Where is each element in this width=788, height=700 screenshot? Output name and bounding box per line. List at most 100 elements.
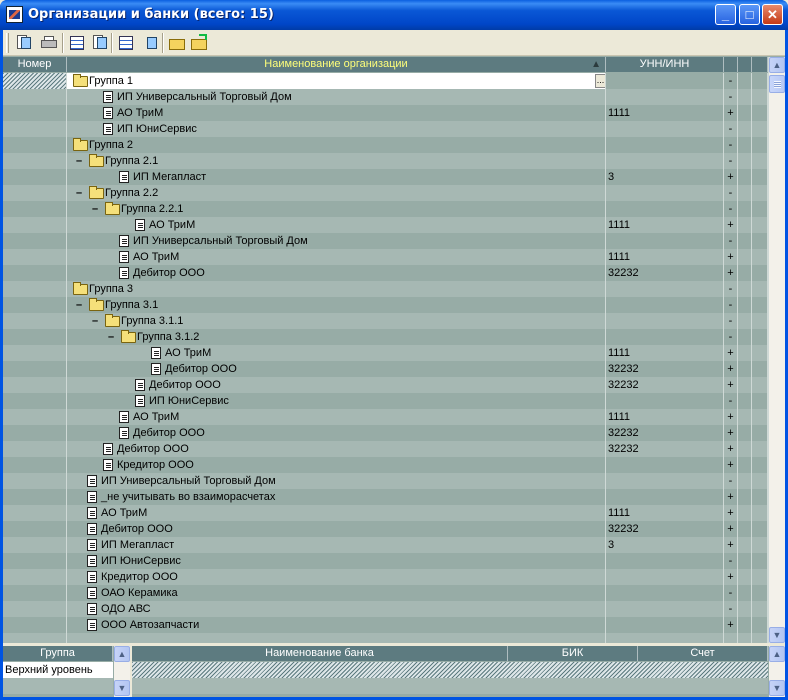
- cell-extra-2[interactable]: [752, 217, 768, 233]
- cell-number[interactable]: [3, 521, 67, 537]
- table-row[interactable]: Дебитор ООО 32232 +: [3, 521, 768, 537]
- scroll-thumb[interactable]: [769, 75, 785, 93]
- cell-flag[interactable]: -: [724, 585, 738, 601]
- cell-unn[interactable]: [606, 569, 724, 585]
- scroll-up-icon[interactable]: ▲: [769, 57, 785, 73]
- banks-scrollbar[interactable]: ▲ ▼: [769, 646, 785, 697]
- cell-extra-2[interactable]: [752, 73, 768, 89]
- cell-extra-1[interactable]: [738, 185, 752, 201]
- groups-panel[interactable]: Группа Верхний уровень ▲ ▼: [3, 646, 130, 697]
- cell-flag[interactable]: -: [724, 297, 738, 313]
- cell-extra-1[interactable]: [738, 73, 752, 89]
- table-row[interactable]: ОДО АВС -: [3, 601, 768, 617]
- folder-up-icon[interactable]: [189, 33, 209, 53]
- cell-extra-1[interactable]: [738, 217, 752, 233]
- cell-number[interactable]: [3, 393, 67, 409]
- cell-flag[interactable]: -: [724, 137, 738, 153]
- cell-extra-1[interactable]: [738, 89, 752, 105]
- column-header-unn[interactable]: УНН/ИНН: [606, 57, 724, 72]
- cell-number[interactable]: [3, 409, 67, 425]
- cell-number[interactable]: [3, 537, 67, 553]
- table-row[interactable]: Дебитор ООО 32232 +: [3, 441, 768, 457]
- account-header[interactable]: Счет: [638, 646, 768, 661]
- cell-flag[interactable]: +: [724, 377, 738, 393]
- cell-extra-1[interactable]: [738, 425, 752, 441]
- cell-extra-2[interactable]: [752, 89, 768, 105]
- banks-scroll-down-icon[interactable]: ▼: [769, 680, 785, 696]
- cell-name[interactable]: АО ТриМ: [67, 105, 606, 121]
- cell-unn[interactable]: [606, 121, 724, 137]
- cell-name[interactable]: ООО Автозапчасти: [67, 617, 606, 633]
- cell-number[interactable]: [3, 249, 67, 265]
- cell-extra-2[interactable]: [752, 377, 768, 393]
- cell-name[interactable]: Дебитор ООО: [67, 377, 606, 393]
- cell-extra-2[interactable]: [752, 473, 768, 489]
- cell-extra-1[interactable]: [738, 265, 752, 281]
- close-button[interactable]: ✕: [762, 4, 783, 25]
- cell-name[interactable]: АО ТриМ: [67, 409, 606, 425]
- cell-extra-2[interactable]: [752, 313, 768, 329]
- cell-unn[interactable]: [606, 153, 724, 169]
- cell-extra-1[interactable]: [738, 457, 752, 473]
- cell-extra-2[interactable]: [752, 569, 768, 585]
- table-row[interactable]: ИП ЮниСервис -: [3, 121, 768, 137]
- cell-extra-2[interactable]: [752, 601, 768, 617]
- groups-scroll-down-icon[interactable]: ▼: [114, 680, 130, 696]
- edit-icon[interactable]: [67, 33, 87, 53]
- cell-extra-1[interactable]: [738, 553, 752, 569]
- cell-extra-2[interactable]: [752, 233, 768, 249]
- cell-extra-2[interactable]: [752, 441, 768, 457]
- cell-flag[interactable]: +: [724, 617, 738, 633]
- groups-scroll-up-icon[interactable]: ▲: [114, 646, 130, 662]
- cell-number[interactable]: [3, 137, 67, 153]
- cell-extra-2[interactable]: [752, 281, 768, 297]
- cell-unn[interactable]: 1111: [606, 409, 724, 425]
- cell-extra-2[interactable]: [752, 425, 768, 441]
- cell-extra-1[interactable]: [738, 297, 752, 313]
- cell-name[interactable]: ИП Универсальный Торговый Дом: [67, 233, 606, 249]
- table-row[interactable]: ИП Мегапласт 3 +: [3, 169, 768, 185]
- cell-name[interactable]: – Группа 2.2: [67, 185, 606, 201]
- cell-name[interactable]: ИП ЮниСервис: [67, 553, 606, 569]
- cell-extra-2[interactable]: [752, 521, 768, 537]
- cell-number[interactable]: [3, 457, 67, 473]
- cell-number[interactable]: [3, 169, 67, 185]
- tree-collapse-icon[interactable]: –: [108, 329, 114, 345]
- cell-number[interactable]: [3, 73, 67, 89]
- cell-number[interactable]: [3, 153, 67, 169]
- cell-unn[interactable]: 1111: [606, 217, 724, 233]
- cell-extra-2[interactable]: [752, 361, 768, 377]
- cell-number[interactable]: [3, 553, 67, 569]
- print-icon[interactable]: [39, 33, 59, 53]
- cell-number[interactable]: [3, 265, 67, 281]
- cell-extra-2[interactable]: [752, 617, 768, 633]
- cell-flag[interactable]: -: [724, 473, 738, 489]
- app-icon[interactable]: [6, 6, 23, 23]
- cell-number[interactable]: [3, 345, 67, 361]
- cell-unn[interactable]: 1111: [606, 105, 724, 121]
- table-row[interactable]: АО ТриМ 1111 +: [3, 249, 768, 265]
- cell-flag[interactable]: +: [724, 569, 738, 585]
- cell-name[interactable]: Дебитор ООО: [67, 441, 606, 457]
- cell-unn[interactable]: 32232: [606, 265, 724, 281]
- column-header-extra-2[interactable]: [752, 57, 768, 72]
- table-row[interactable]: ИП Универсальный Торговый Дом -: [3, 89, 768, 105]
- cell-number[interactable]: [3, 185, 67, 201]
- banks-panel[interactable]: Наименование банка БИК Счет ▲ ▼: [132, 646, 785, 697]
- cell-name[interactable]: ИП Мегапласт: [67, 537, 606, 553]
- group-item-top-level[interactable]: Верхний уровень: [3, 662, 113, 678]
- cell-extra-1[interactable]: [738, 617, 752, 633]
- cell-extra-2[interactable]: [752, 153, 768, 169]
- cell-extra-1[interactable]: [738, 281, 752, 297]
- cell-extra-1[interactable]: [738, 137, 752, 153]
- cell-flag[interactable]: -: [724, 185, 738, 201]
- cell-number[interactable]: [3, 473, 67, 489]
- table-row[interactable]: АО ТриМ 1111 +: [3, 105, 768, 121]
- table-row[interactable]: АО ТриМ 1111 +: [3, 505, 768, 521]
- cell-flag[interactable]: +: [724, 345, 738, 361]
- cell-name[interactable]: _не учитывать во взаиморасчетах: [67, 489, 606, 505]
- cell-name[interactable]: Дебитор ООО: [67, 425, 606, 441]
- cell-flag[interactable]: -: [724, 393, 738, 409]
- cell-name[interactable]: Группа 3: [67, 281, 606, 297]
- cell-flag[interactable]: +: [724, 249, 738, 265]
